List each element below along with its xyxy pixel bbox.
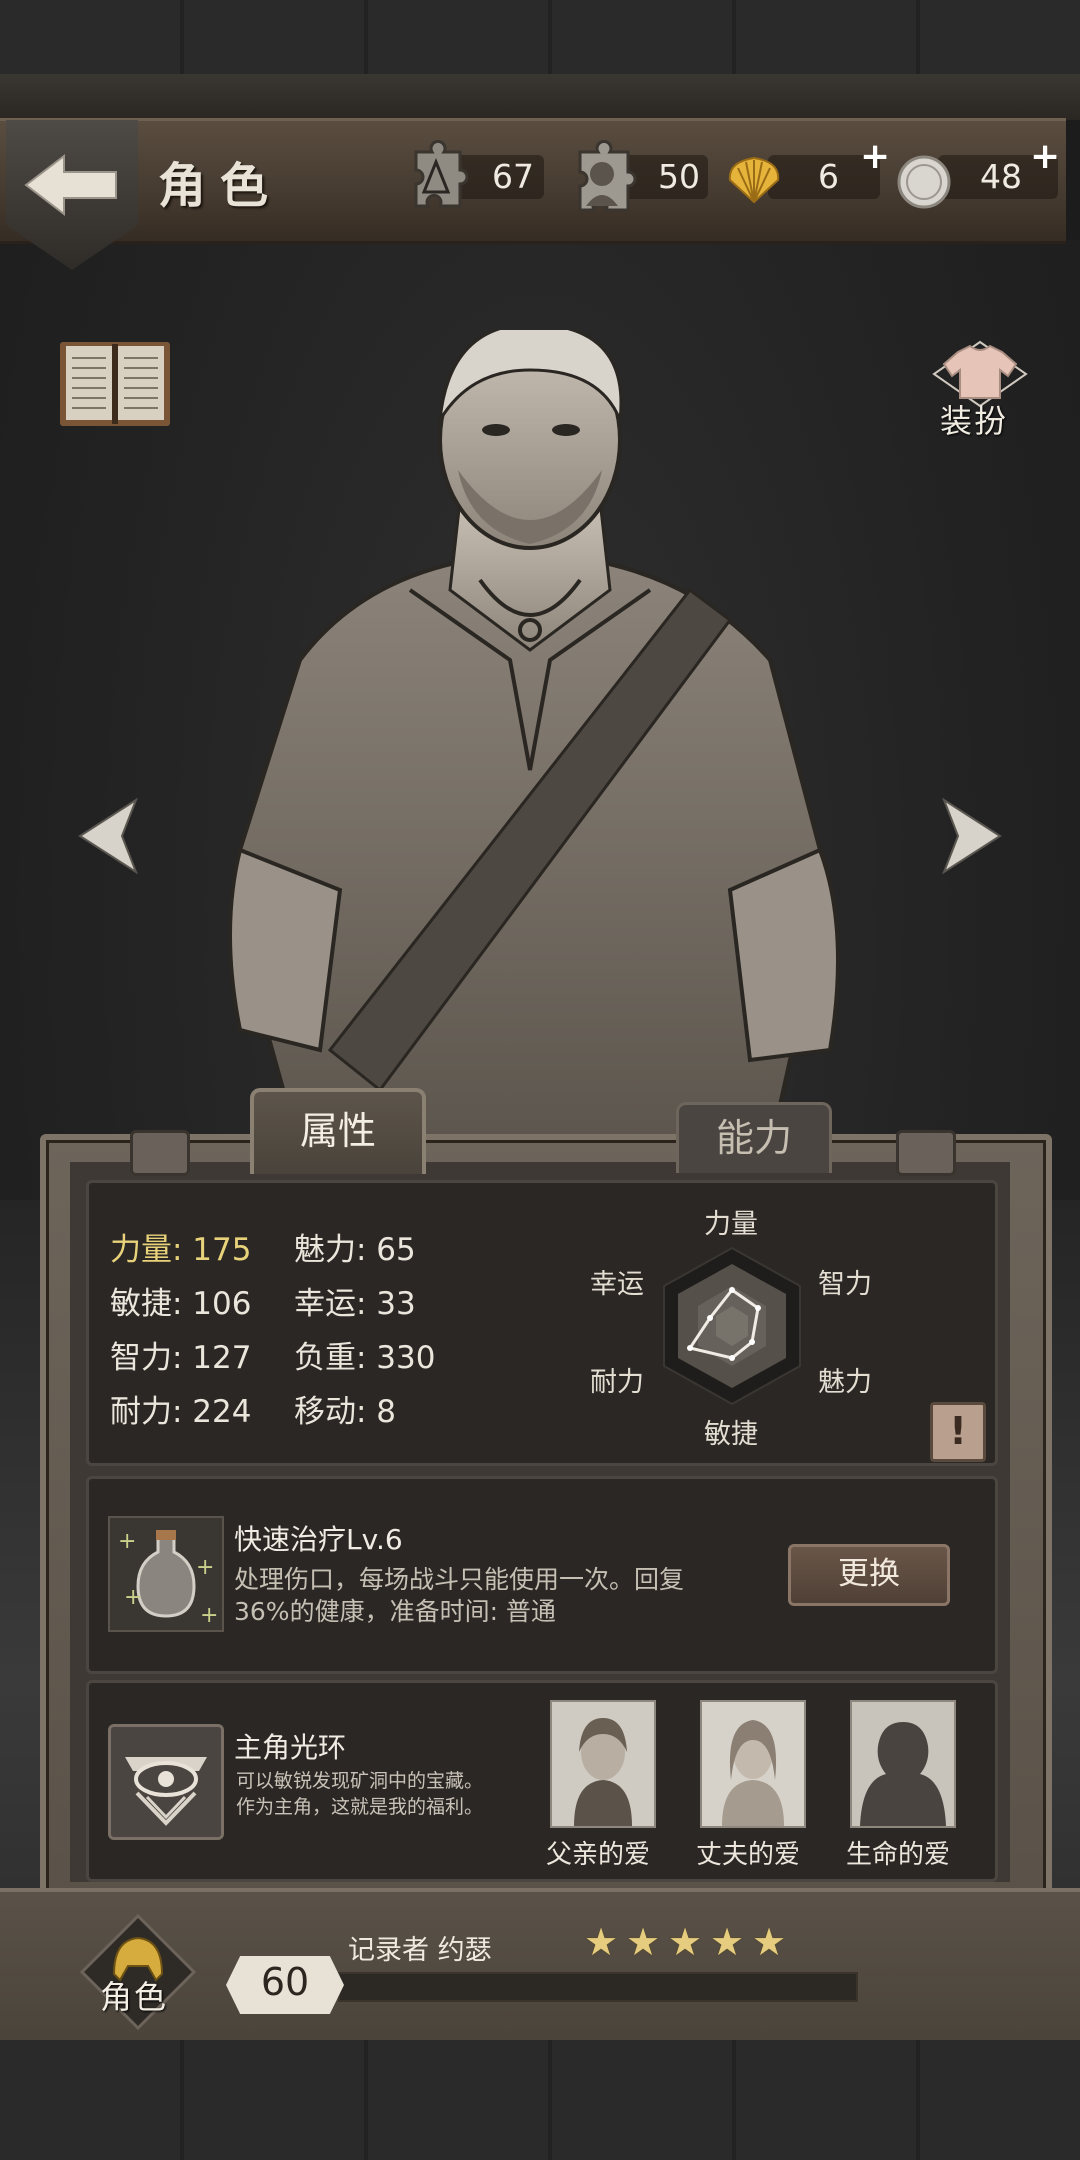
bottom-wood-strip [0, 2040, 1080, 2160]
svg-text:+: + [124, 1585, 142, 1610]
stat-charm: 魅力: 65 [294, 1232, 416, 1268]
radar-label-agility: 敏捷 [704, 1419, 758, 1450]
add-coin-button[interactable]: + [1030, 136, 1060, 177]
love-label-father: 父亲的爱 [546, 1840, 651, 1870]
resource-value-character: 50 [658, 157, 700, 196]
love-card-husband[interactable] [700, 1700, 806, 1828]
coin-icon [897, 155, 951, 209]
star-icon: ★ [584, 1920, 619, 1964]
star-icon: ★ [752, 1920, 787, 1964]
svg-text:+: + [118, 1529, 136, 1554]
love-label-life: 生命的爱 [846, 1840, 951, 1870]
tab-attributes[interactable]: 属性 [250, 1088, 426, 1174]
page-title: 角色 [158, 158, 283, 214]
panel-clip-right [896, 1130, 956, 1176]
stat-intelligence: 智力: 127 [110, 1340, 252, 1376]
character-portrait [228, 330, 840, 1150]
star-icon: ★ [710, 1920, 745, 1964]
skill-name: 快速治疗Lv.6 [234, 1523, 403, 1556]
stat-strength: 力量: 175 [110, 1232, 252, 1268]
info-button[interactable]: ! [930, 1402, 986, 1462]
radar-label-charm: 魅力 [818, 1367, 872, 1398]
stat-luck: 幸运: 33 [294, 1286, 416, 1322]
book-icon[interactable] [56, 336, 174, 432]
resource-value-shell: 6 [818, 157, 839, 196]
resource-value-puzzle: 67 [492, 157, 534, 196]
star-icon: ★ [668, 1920, 703, 1964]
experience-bar [338, 1972, 858, 2002]
top-strip-edge [0, 74, 1080, 120]
love-card-father[interactable] [550, 1700, 656, 1828]
love-card-life[interactable] [850, 1700, 956, 1828]
next-character-arrow-icon[interactable] [940, 798, 1004, 874]
skill-description-line1: 处理伤口，每场战斗只能使用一次。回复 [234, 1565, 685, 1594]
level-value: 60 [260, 1960, 310, 2004]
tab-ability[interactable]: 能力 [676, 1102, 832, 1173]
shell-icon [728, 156, 780, 204]
radar-label-strength: 力量 [704, 1209, 758, 1240]
attribute-radar-chart [663, 1246, 801, 1406]
outfit-label: 装扮 [940, 402, 1009, 440]
eye-emblem-icon[interactable] [108, 1724, 224, 1840]
potion-icon[interactable]: + + + + [108, 1516, 224, 1632]
love-label-husband: 丈夫的爱 [696, 1840, 801, 1870]
silhouette-icon [852, 1702, 954, 1826]
halo-description-line2: 作为主角，这就是我的福利。 [236, 1796, 484, 1818]
previous-character-arrow-icon[interactable] [76, 798, 140, 874]
add-shell-button[interactable]: + [860, 136, 890, 177]
swap-skill-button[interactable]: 更换 [788, 1544, 950, 1606]
character-puzzle-icon [578, 140, 637, 212]
stat-stamina: 耐力: 224 [110, 1394, 252, 1430]
star-icon: ★ [626, 1920, 661, 1964]
skill-description-line2: 36%的健康，准备时间: 普通 [234, 1597, 556, 1626]
recorder-name: 记录者 约瑟 [348, 1935, 492, 1966]
stat-move: 移动: 8 [294, 1394, 397, 1430]
svg-text:+: + [200, 1603, 218, 1628]
halo-name: 主角光环 [234, 1731, 347, 1764]
radar-label-stamina: 耐力 [590, 1367, 644, 1398]
panel-clip-left [130, 1130, 190, 1176]
back-arrow-icon[interactable] [22, 150, 122, 220]
svg-text:+: + [196, 1555, 214, 1580]
girl-portrait-icon [552, 1702, 654, 1826]
woman-portrait-icon [702, 1702, 804, 1826]
radar-label-intelligence: 智力 [818, 1269, 872, 1300]
stat-agility: 敏捷: 106 [110, 1286, 252, 1322]
radar-label-luck: 幸运 [590, 1269, 644, 1300]
stat-load: 负重: 330 [294, 1340, 436, 1376]
halo-description-line1: 可以敏锐发现矿洞中的宝藏。 [236, 1770, 484, 1792]
puzzle-piece-icon [414, 140, 469, 208]
resource-value-coin: 48 [980, 157, 1022, 196]
role-label: 角色 [100, 1978, 169, 2016]
